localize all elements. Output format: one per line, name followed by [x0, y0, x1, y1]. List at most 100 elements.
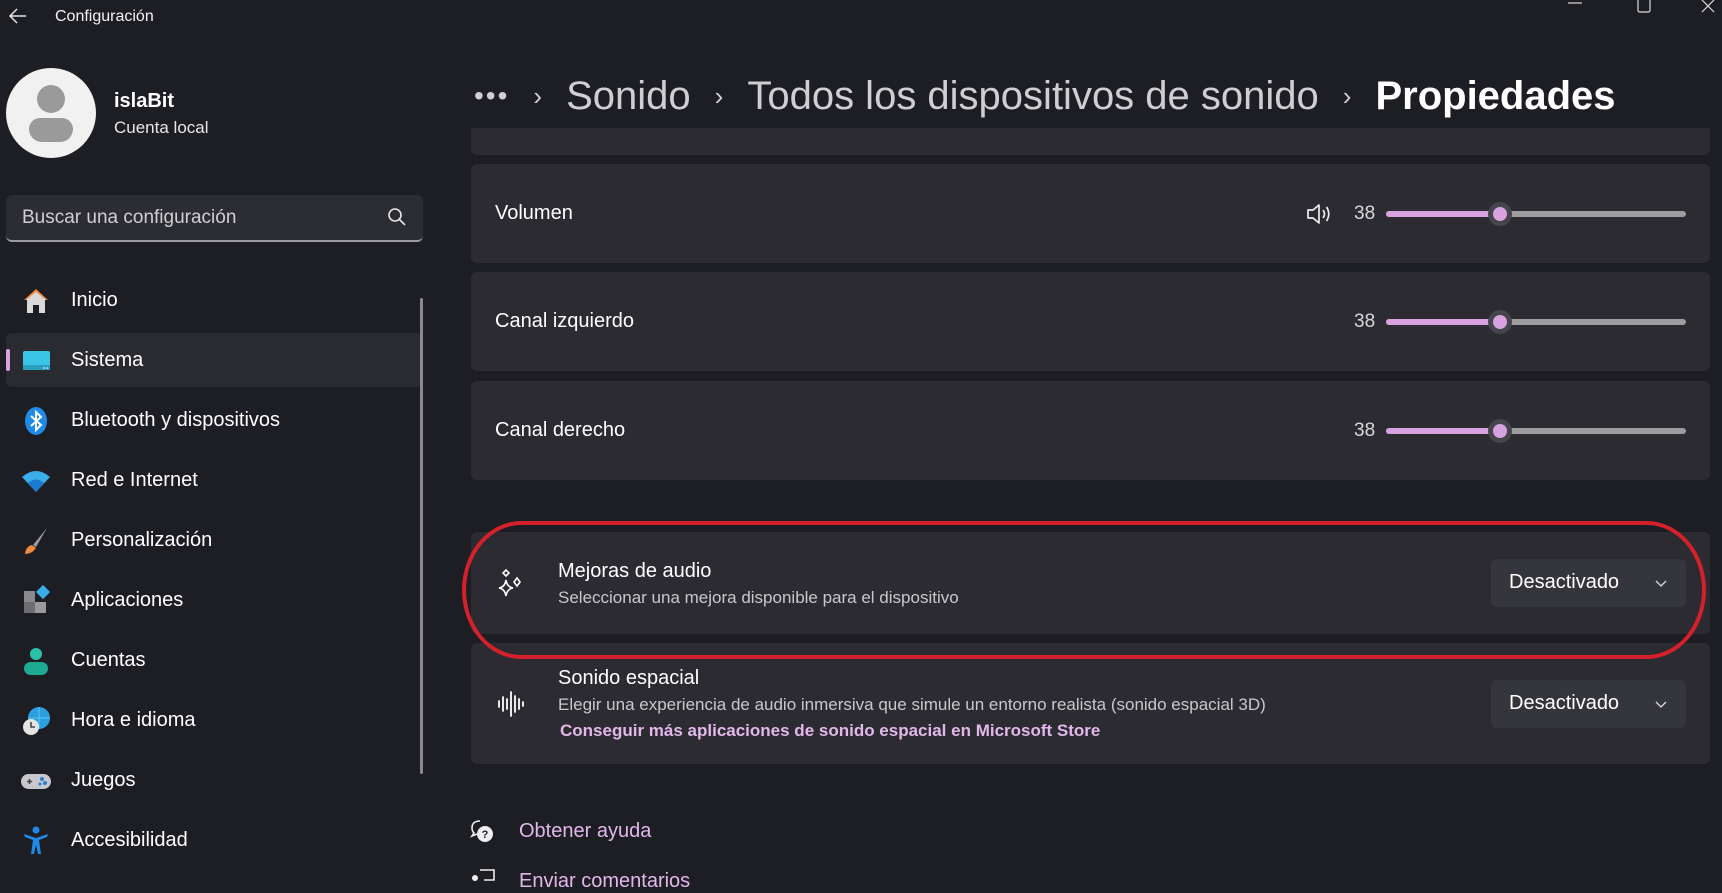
sidebar-item-label: Red e Internet — [71, 468, 198, 491]
left-channel-value: 38 — [1354, 311, 1376, 332]
slider-thumb[interactable] — [1488, 419, 1512, 443]
accessibility-icon — [24, 826, 48, 854]
sidebar-item-red[interactable]: Red e Internet — [6, 453, 422, 507]
search-icon[interactable] — [387, 207, 407, 227]
get-help-link[interactable]: Obtener ayuda — [519, 820, 651, 843]
maximize-button[interactable] — [1621, 0, 1667, 18]
system-icon — [23, 351, 50, 370]
audio-enhancements-dropdown[interactable]: Desactivado — [1491, 559, 1686, 607]
breadcrumb-overflow-button[interactable]: ••• — [474, 80, 509, 112]
sidebar-item-hora[interactable]: Hora e idioma — [6, 693, 422, 747]
sidebar-item-aplicaciones[interactable]: Aplicaciones — [6, 573, 422, 627]
breadcrumb: ••• › Sonido › Todos los dispositivos de… — [474, 66, 1616, 126]
sidebar-item-personalizacion[interactable]: Personalización — [6, 513, 422, 567]
avatar[interactable] — [6, 68, 96, 158]
close-button[interactable] — [1676, 0, 1722, 18]
volume-slider[interactable] — [1386, 202, 1686, 226]
slider-fill — [1386, 211, 1500, 217]
sidebar-item-label: Accesibilidad — [71, 828, 188, 851]
right-channel-slider[interactable] — [1386, 419, 1686, 443]
slider-thumb[interactable] — [1488, 202, 1512, 226]
feedback-icon-wrap — [470, 866, 498, 886]
breadcrumb-sonido[interactable]: Sonido — [566, 74, 691, 119]
previous-card-partial — [471, 128, 1710, 155]
help-icon-wrap: ? — [468, 818, 496, 846]
wifi-icon — [22, 471, 50, 492]
user-name: islaBit — [114, 90, 175, 112]
sidebar-item-label: Juegos — [71, 768, 136, 791]
speaker-icon[interactable] — [1305, 202, 1333, 226]
chevron-down-icon — [1655, 701, 1667, 708]
audio-enhancements-title: Mejoras de audio — [558, 560, 712, 582]
gamepad-icon — [21, 774, 51, 789]
sidebar-item-label: Aplicaciones — [71, 588, 184, 611]
sound-wave-icon — [498, 691, 524, 717]
spatial-sound-row: Sonido espacial Elegir una experiencia d… — [471, 643, 1710, 764]
apps-icon — [24, 585, 51, 613]
close-icon — [1701, 0, 1715, 13]
chevron-right-icon: › — [714, 80, 724, 111]
feedback-icon — [472, 869, 495, 881]
slider-thumb[interactable] — [1488, 310, 1512, 334]
time-language-icon — [23, 707, 50, 735]
selection-indicator — [6, 349, 10, 371]
search-box[interactable] — [6, 195, 423, 242]
dropdown-value: Desactivado — [1509, 692, 1620, 714]
sidebar-item-label: Bluetooth y dispositivos — [71, 408, 281, 431]
sidebar-item-label: Cuentas — [71, 648, 146, 671]
slider-fill — [1386, 319, 1500, 325]
volume-label: Volumen — [495, 202, 573, 224]
right-channel-row: Canal derecho 38 — [471, 381, 1710, 480]
back-button[interactable] — [6, 4, 30, 28]
sidebar-item-label: Hora e idioma — [71, 708, 196, 731]
account-type: Cuenta local — [114, 118, 209, 137]
maximize-icon — [1637, 0, 1651, 13]
sidebar-item-accesibilidad[interactable]: Accesibilidad — [6, 813, 422, 867]
spatial-sound-title: Sonido espacial — [558, 667, 700, 689]
sidebar-nav: Inicio Sistema Bluetooth y dispositivos … — [6, 273, 422, 873]
brush-icon — [25, 528, 47, 554]
avatar-body-shape — [29, 118, 73, 142]
page-title: Propiedades — [1375, 73, 1616, 118]
left-channel-row: Canal izquierdo 38 — [471, 272, 1710, 371]
svg-text:?: ? — [482, 829, 489, 841]
left-channel-label: Canal izquierdo — [495, 310, 634, 332]
sidebar-item-juegos[interactable]: Juegos — [6, 753, 422, 807]
sidebar-item-cuentas[interactable]: Cuentas — [6, 633, 422, 687]
sidebar-item-label: Inicio — [71, 288, 118, 311]
audio-enhancements-row: Mejoras de audio Seleccionar una mejora … — [471, 532, 1710, 634]
sidebar-scrollbar[interactable] — [420, 298, 423, 774]
volume-value: 38 — [1354, 203, 1376, 224]
send-feedback-link[interactable]: Enviar comentarios — [519, 870, 690, 893]
app-title: Configuración — [55, 8, 154, 25]
home-icon — [24, 289, 48, 313]
sidebar-item-bluetooth[interactable]: Bluetooth y dispositivos — [6, 393, 422, 447]
breadcrumb-todos-dispositivos[interactable]: Todos los dispositivos de sonido — [747, 74, 1318, 119]
spatial-sound-subtitle: Elegir una experiencia de audio inmersiv… — [558, 695, 1266, 714]
dropdown-value: Desactivado — [1509, 571, 1620, 593]
volume-row: Volumen 38 — [471, 164, 1710, 263]
sidebar-item-label: Sistema — [71, 348, 144, 371]
spatial-sound-dropdown[interactable]: Desactivado — [1491, 680, 1686, 728]
right-channel-value: 38 — [1354, 420, 1376, 441]
right-channel-label: Canal derecho — [495, 419, 626, 441]
sparkle-icon — [498, 568, 521, 597]
left-channel-slider[interactable] — [1386, 310, 1686, 334]
bluetooth-icon — [25, 407, 47, 435]
sidebar-item-inicio[interactable]: Inicio — [6, 273, 422, 327]
help-icon: ? — [469, 820, 493, 842]
sidebar-item-sistema[interactable]: Sistema — [6, 333, 422, 387]
search-input[interactable] — [20, 195, 364, 241]
chevron-right-icon: › — [533, 80, 543, 111]
audio-enhancements-subtitle: Seleccionar una mejora disponible para e… — [558, 588, 959, 607]
back-arrow-icon — [8, 8, 26, 24]
minimize-icon — [1568, 2, 1582, 4]
accounts-icon — [24, 648, 48, 675]
avatar-head-shape — [37, 85, 65, 113]
chevron-right-icon: › — [1342, 80, 1352, 111]
chevron-down-icon — [1655, 580, 1667, 587]
microsoft-store-link[interactable]: Conseguir más aplicaciones de sonido esp… — [560, 721, 1100, 741]
sidebar-item-label: Personalización — [71, 528, 213, 551]
slider-fill — [1386, 428, 1500, 434]
minimize-button[interactable] — [1552, 0, 1598, 18]
